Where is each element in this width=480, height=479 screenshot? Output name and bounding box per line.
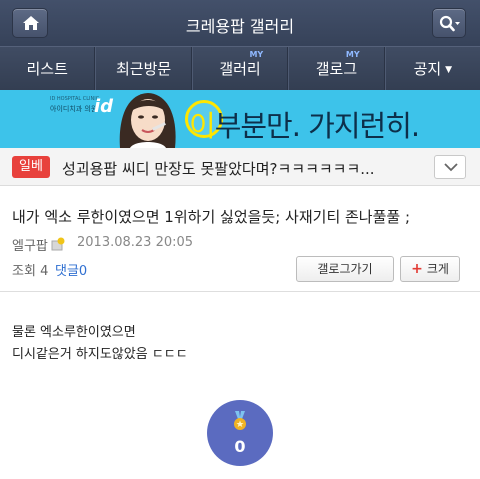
view-count: 조회 4 <box>12 260 48 279</box>
best-post-title[interactable]: 성괴용팝 씨디 만장도 못팔았다며?ㅋㅋㅋㅋㅋㅋ... <box>62 158 375 179</box>
post-body-line: 디시같은거 하지도않았음 ㄷㄷㄷ <box>12 347 188 362</box>
nav-item-label: 갤로그 <box>315 60 358 78</box>
ad-slogan-highlight: 이 <box>189 109 216 143</box>
ad-brand-mark: id <box>94 96 114 117</box>
nav-item-label: 갤러리 <box>219 60 261 78</box>
best-toggle-button[interactable] <box>434 155 466 179</box>
nav-item-my-gallog[interactable]: MY 갤로그 <box>288 47 385 90</box>
plus-icon: + <box>411 261 423 277</box>
nav-item-label: 공지 <box>413 60 442 78</box>
view-count-value: 4 <box>40 264 49 279</box>
post-date: 2013.08.23 20:05 <box>77 235 194 250</box>
ad-model-image <box>119 93 176 148</box>
post-body-line: 물론 엑소루한이였으면 <box>12 325 136 340</box>
post-body: 물론 엑소루한이였으면 디시같은거 하지도않았음 ㄷㄷㄷ <box>12 322 188 366</box>
best-post-bar[interactable]: 일베 성괴용팝 씨디 만장도 못팔았다며?ㅋㅋㅋㅋㅋㅋ... <box>0 148 480 186</box>
nav-item-notice[interactable]: 공지 ▼ <box>384 47 480 90</box>
nav-item-label: 리스트 <box>26 60 68 78</box>
post-author[interactable]: 엘구팝 <box>12 235 48 254</box>
gallery-title: 크레용팝 갤러리 <box>185 17 295 36</box>
view-count-label: 조회 <box>12 264 36 279</box>
nav-item-my-gallery[interactable]: MY 갤러리 <box>191 47 289 90</box>
best-badge: 일베 <box>12 156 50 178</box>
nav-item-label: 최근방문 <box>116 60 172 78</box>
ad-slogan-rest: 부분만. 가지런히. <box>214 109 420 143</box>
recommend-count: 0 <box>234 437 246 456</box>
ad-brand-logo: ID HOSPITAL CLINIC 아이디치과 의원 id <box>50 96 120 118</box>
nav-item-list[interactable]: 리스트 <box>0 47 96 90</box>
top-header: 크레용팝 갤러리 <box>0 0 480 46</box>
recommend-button[interactable]: 0 <box>207 400 273 466</box>
main-nav: 리스트 최근방문 MY 갤러리 MY 갤로그 공지 ▼ <box>0 46 480 90</box>
medal-icon <box>234 411 246 430</box>
gallog-button[interactable]: 갤로그가기 <box>296 256 394 282</box>
search-icon <box>439 15 460 32</box>
search-button[interactable] <box>432 8 466 38</box>
fixed-nick-icon <box>51 237 65 251</box>
dropdown-arrow-icon: ▼ <box>445 65 453 75</box>
post-title: 내가 엑소 루한이였으면 1위하기 싫었을듯; 사재기티 존나풀풀 ; <box>12 208 411 226</box>
ad-banner[interactable]: ID HOSPITAL CLINIC 아이디치과 의원 id 이부분만. 가지런… <box>0 90 480 148</box>
enlarge-button[interactable]: + 크게 <box>400 256 460 282</box>
nav-item-recent[interactable]: 최근방문 <box>95 47 192 90</box>
ad-brand-name: 아이디치과 의원 <box>50 105 98 113</box>
my-badge: MY <box>249 50 264 59</box>
my-badge: MY <box>345 50 360 59</box>
ad-slogan: 이부분만. 가지런히. <box>189 103 420 145</box>
comment-count-link[interactable]: 댓글0 <box>55 260 87 279</box>
divider <box>0 291 480 292</box>
chevron-down-icon <box>444 163 458 172</box>
ad-brand-small: ID HOSPITAL CLINIC <box>50 96 100 102</box>
enlarge-label: 크게 <box>426 262 449 276</box>
